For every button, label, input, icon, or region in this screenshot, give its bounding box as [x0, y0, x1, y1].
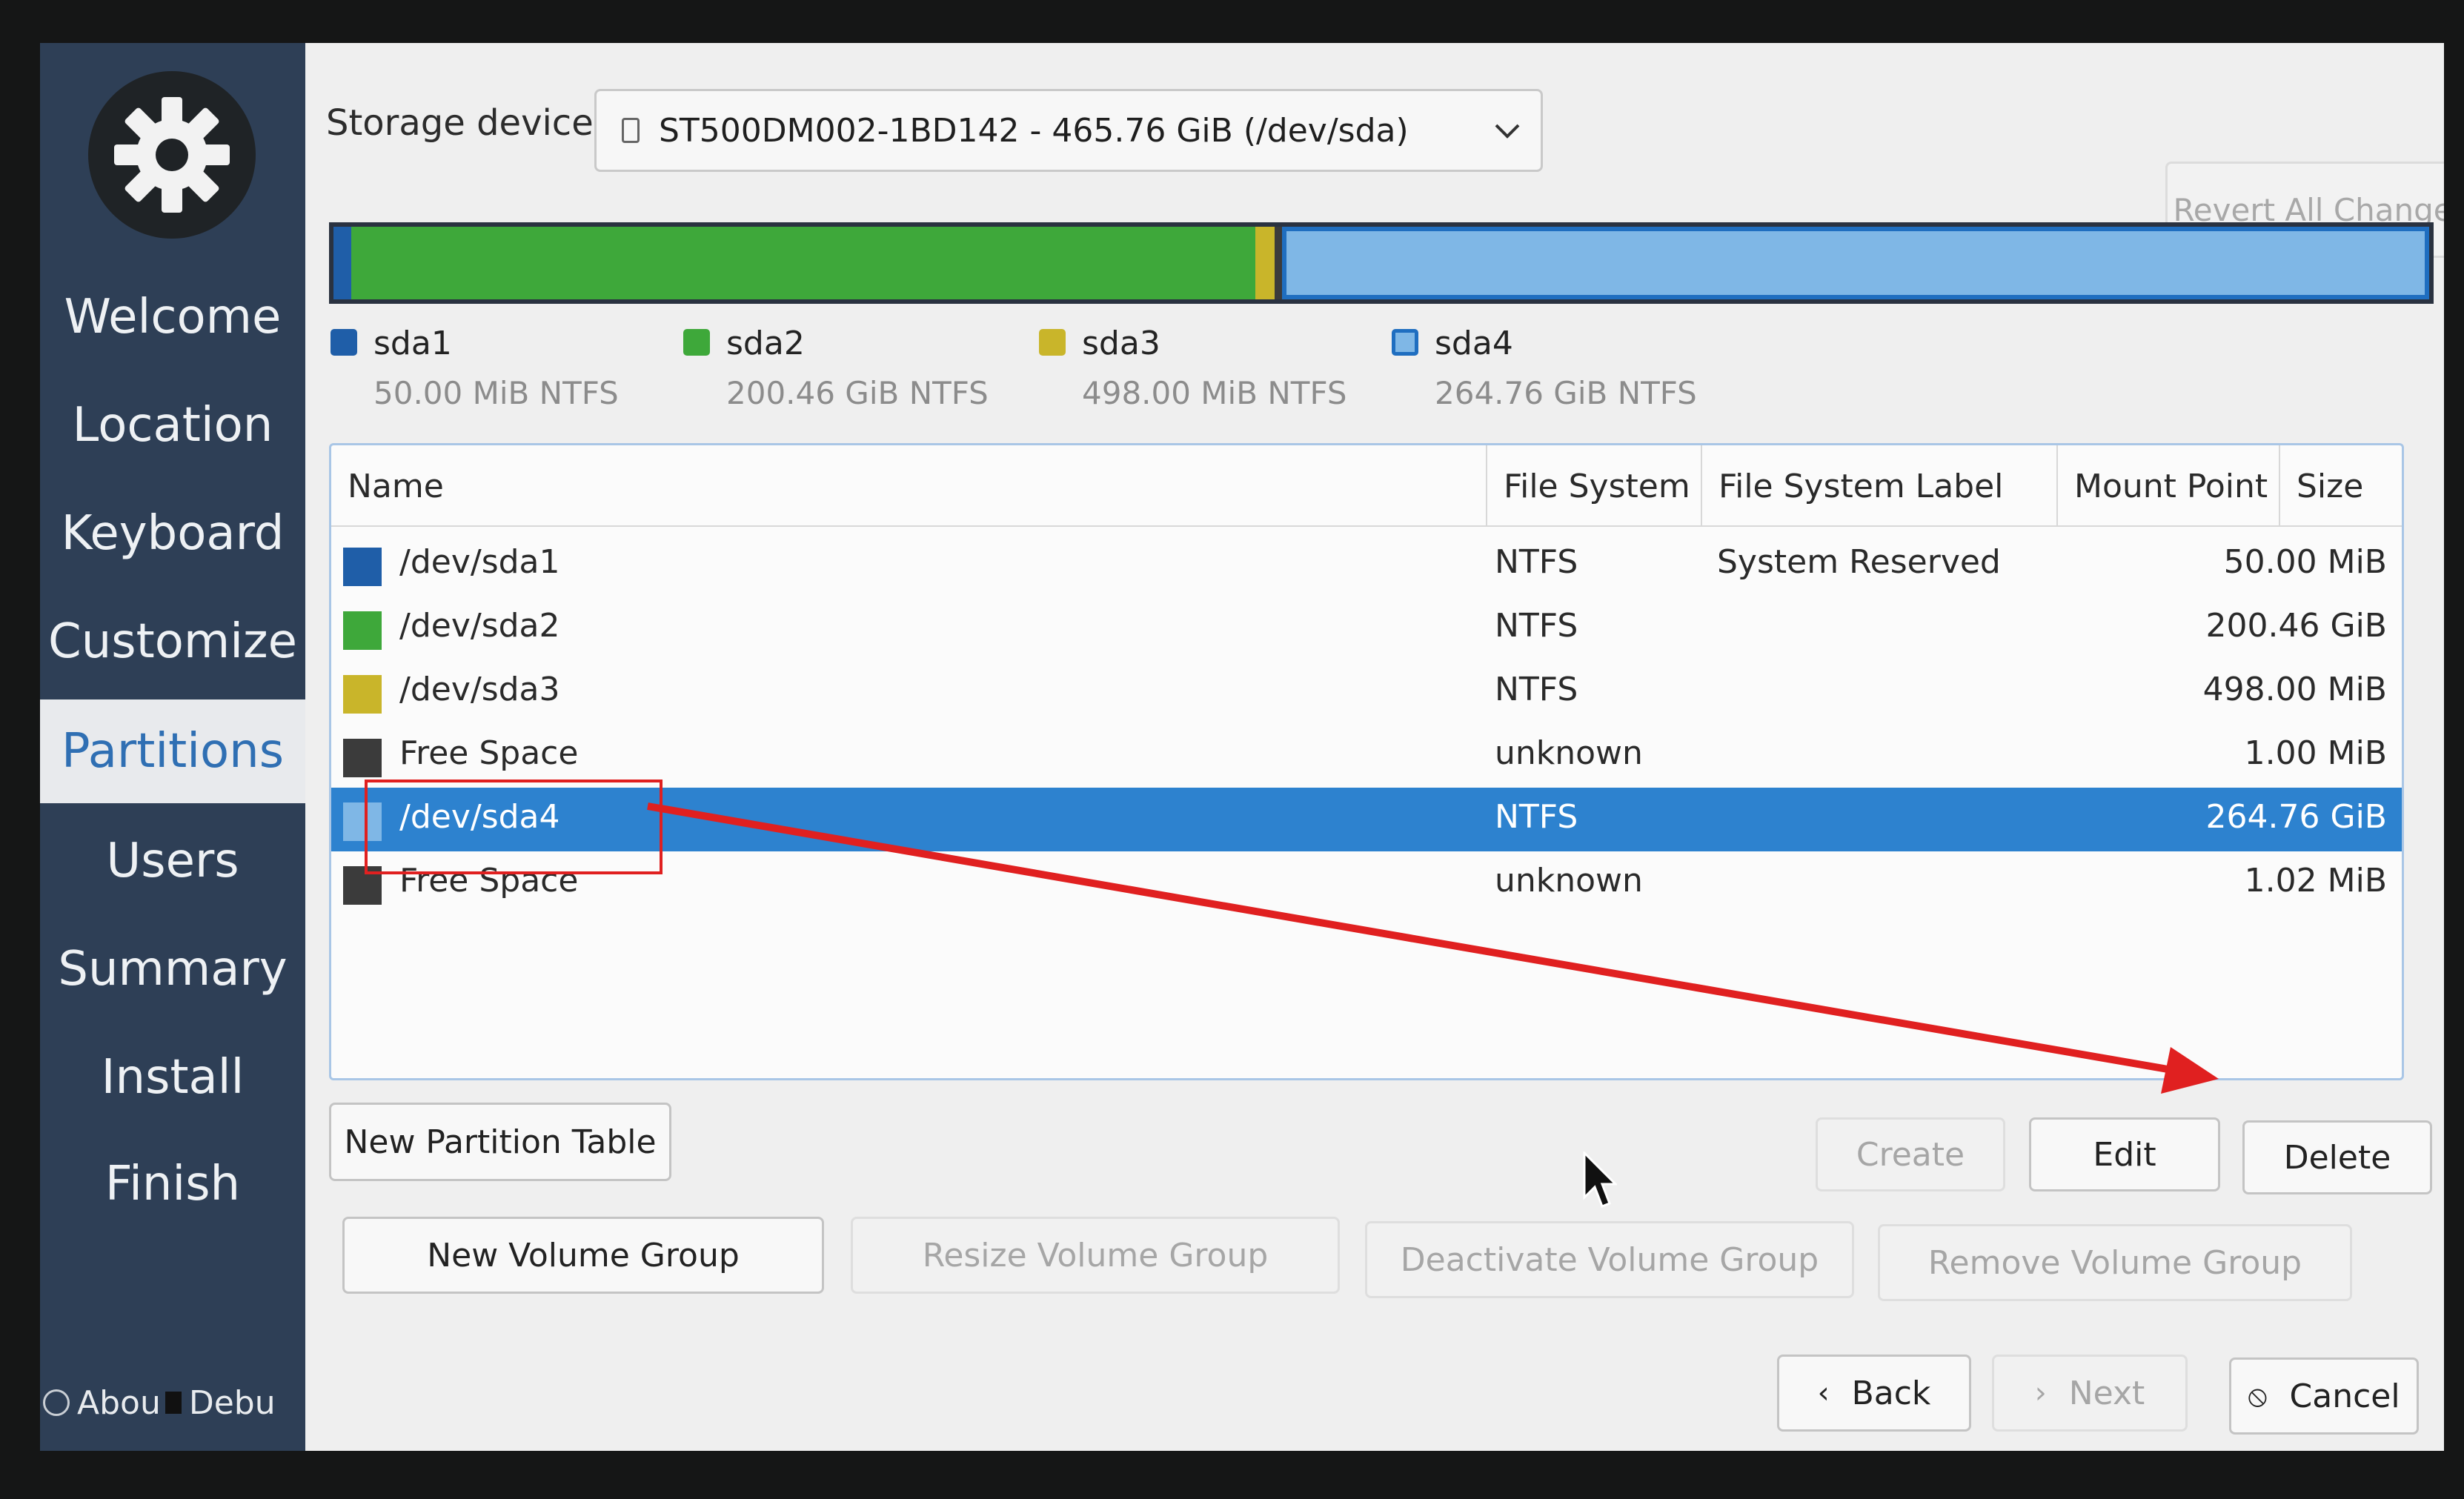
- mouse-cursor-icon: [1583, 1151, 1617, 1208]
- annotation-arrow: [647, 802, 2219, 1094]
- installer-window: Welcome Location Keyboard Customize Part…: [40, 43, 2444, 1451]
